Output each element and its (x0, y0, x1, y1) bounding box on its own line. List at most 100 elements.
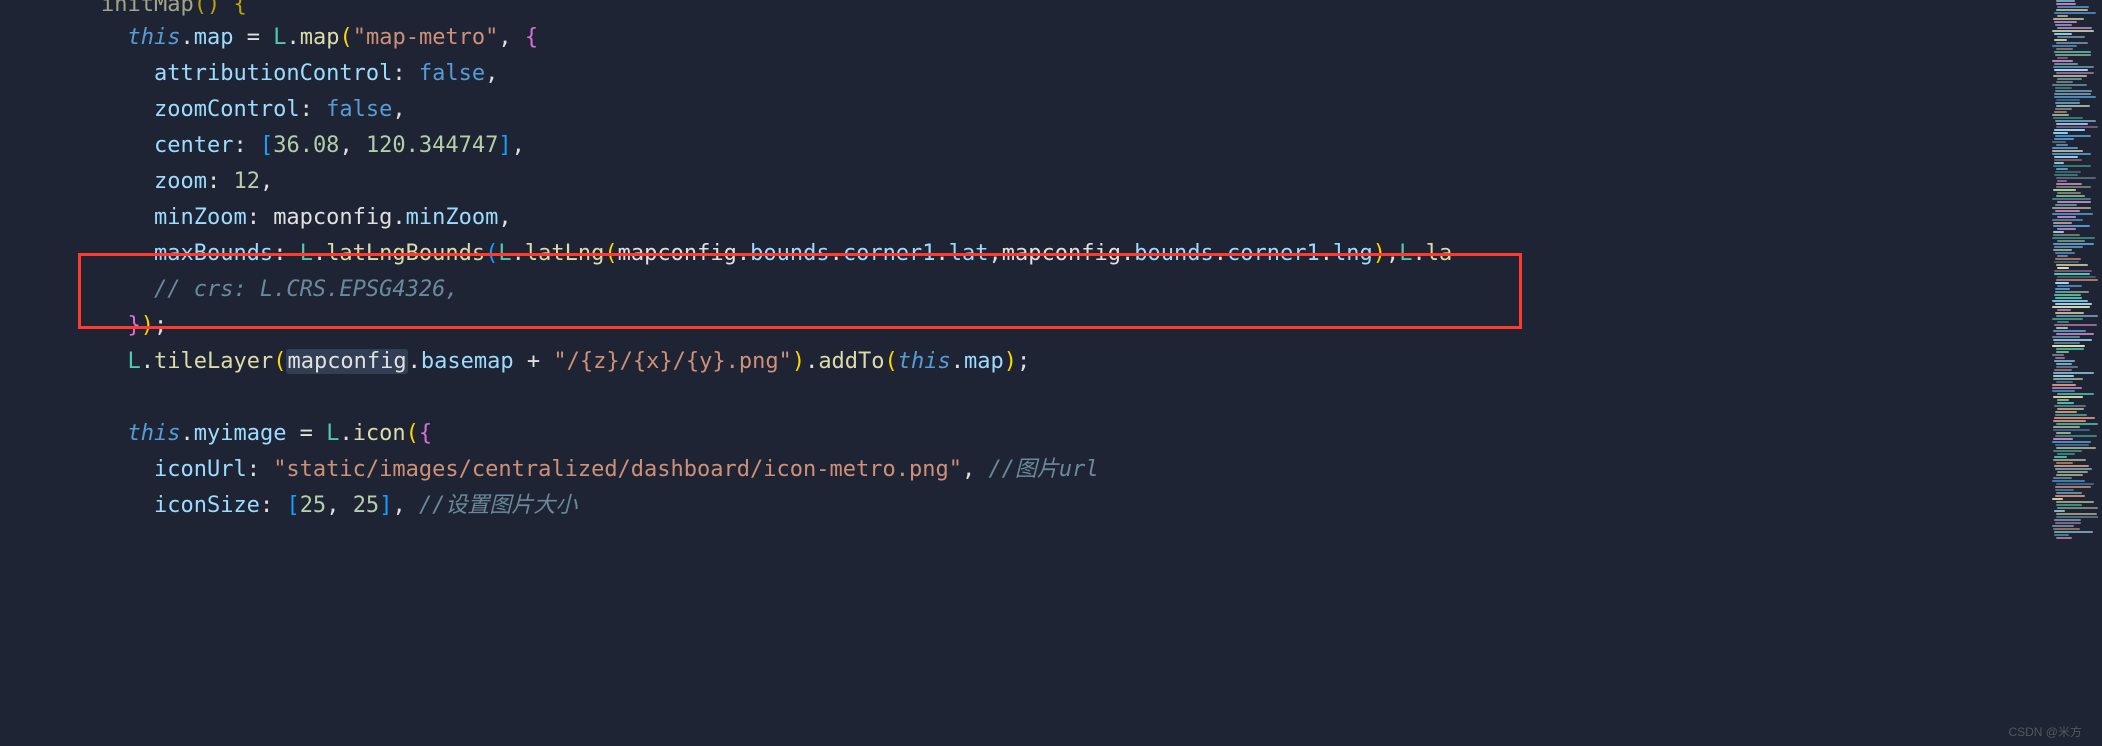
minimap-line (2055, 120, 2096, 122)
token-punct: , (260, 169, 273, 194)
token-punct: . (408, 349, 421, 374)
code-editor[interactable]: initMap() { this.map = L.map("map-metro"… (0, 0, 2102, 746)
minimap-line (2056, 432, 2071, 434)
code-line[interactable]: }); (48, 308, 2102, 344)
token-meth: addTo (818, 349, 884, 374)
token-punct: = (286, 421, 326, 446)
code-line[interactable]: iconUrl: "static/images/centralized/dash… (48, 452, 2102, 488)
code-line[interactable]: attributionControl: false, (48, 56, 2102, 92)
minimap-line (2053, 459, 2086, 461)
minimap-line (2055, 288, 2070, 290)
minimap-line (2055, 414, 2087, 416)
minimap-line (2052, 147, 2078, 149)
minimap-line (2056, 327, 2068, 329)
code-line[interactable]: this.map = L.map("map-metro", { (48, 20, 2102, 56)
token-paren: ) (792, 349, 805, 374)
minimap-line (2053, 450, 2082, 452)
minimap-line (2056, 126, 2098, 128)
code-line[interactable]: // crs: L.CRS.EPSG4326, (48, 272, 2102, 308)
minimap-line (2053, 438, 2073, 440)
token-L: L (498, 241, 511, 266)
token-prop: iconSize (154, 493, 260, 518)
minimap-line (2056, 474, 2083, 476)
minimap-line (2055, 357, 2065, 359)
code-line[interactable]: this.myimage = L.icon({ (48, 416, 2102, 452)
minimap-line (2056, 105, 2090, 107)
minimap-line (2052, 384, 2076, 386)
token-str: "map-metro" (353, 25, 499, 50)
minimap-line (2054, 174, 2078, 176)
minimap-line (2055, 210, 2080, 212)
code-area[interactable]: initMap() { this.map = L.map("map-metro"… (0, 0, 2102, 746)
code-line[interactable]: initMap() { (48, 0, 2102, 20)
minimap-line (2055, 252, 2075, 254)
token-var: mapconfig (618, 241, 737, 266)
token-comment: //图片url (988, 457, 1098, 482)
token-punct: . (180, 421, 193, 446)
minimap-line (2057, 471, 2088, 473)
minimap-line (2053, 528, 2080, 530)
minimap-line (2055, 489, 2074, 491)
minimap-line (2052, 345, 2085, 347)
token-L: L (127, 349, 140, 374)
minimap-line (2056, 279, 2098, 281)
minimap-line (2053, 339, 2092, 341)
minimap-line (2055, 468, 2092, 470)
code-line[interactable]: zoomControl: false, (48, 92, 2102, 128)
token-prop: lat (949, 241, 989, 266)
minimap-line (2055, 90, 2092, 92)
minimap-line (2054, 342, 2080, 344)
minimap-line (2057, 15, 2068, 17)
minimap-line (2054, 63, 2078, 65)
code-line[interactable] (48, 380, 2102, 416)
minimap-line (2054, 111, 2067, 113)
minimap-line (2056, 516, 2098, 518)
minimap-line (2054, 156, 2078, 158)
token-L: L (300, 241, 313, 266)
token-paren: ) (207, 0, 220, 17)
code-line[interactable]: L.tileLayer(mapconfig.basemap + "/{z}/{x… (48, 344, 2102, 380)
minimap-line (2056, 42, 2088, 44)
token-meth: initMap (101, 0, 194, 17)
token-punct: = (233, 25, 273, 50)
token-punct: . (1412, 241, 1425, 266)
code-line[interactable]: maxBounds: L.latLngBounds(L.latLng(mapco… (48, 236, 2102, 272)
minimap-line (2053, 66, 2094, 68)
minimap-line (2057, 240, 2085, 242)
token-this: this (127, 25, 180, 50)
minimap-line (2056, 423, 2098, 425)
minimap-line (2054, 519, 2081, 521)
minimap-line (2052, 306, 2090, 308)
token-paren: { (233, 0, 246, 17)
minimap-line (2053, 249, 2072, 251)
minimap-line (2054, 138, 2074, 140)
minimap-line (2055, 297, 2082, 299)
token-paren2: { (419, 421, 432, 446)
token-paren: ( (406, 421, 419, 446)
token-punct: . (392, 205, 405, 230)
token-punct: , (989, 241, 1002, 266)
token-punct: . (1320, 241, 1333, 266)
minimap[interactable] (2052, 0, 2098, 746)
minimap-line (2055, 24, 2072, 26)
token-punct: . (339, 421, 352, 446)
minimap-line (2055, 135, 2091, 137)
token-meth: la (1426, 241, 1453, 266)
code-line[interactable]: center: [36.08, 120.344747], (48, 128, 2102, 164)
code-line[interactable]: iconSize: [25, 25], //设置图片大小 (48, 488, 2102, 524)
minimap-line (2053, 165, 2091, 167)
minimap-line (2055, 486, 2091, 488)
minimap-line (2055, 291, 2089, 293)
token-paren: ( (885, 349, 898, 374)
token-prop: myimage (194, 421, 287, 446)
minimap-line (2053, 429, 2090, 431)
code-line[interactable]: zoom: 12, (48, 164, 2102, 200)
token-paren3: ] (498, 133, 511, 158)
token-paren: ( (194, 0, 207, 17)
minimap-line (2057, 321, 2069, 323)
minimap-line (2055, 54, 2091, 56)
code-line[interactable]: minZoom: mapconfig.minZoom, (48, 200, 2102, 236)
token-punct: ; (154, 313, 167, 338)
minimap-line (2052, 237, 2095, 239)
minimap-line (2057, 285, 2082, 287)
